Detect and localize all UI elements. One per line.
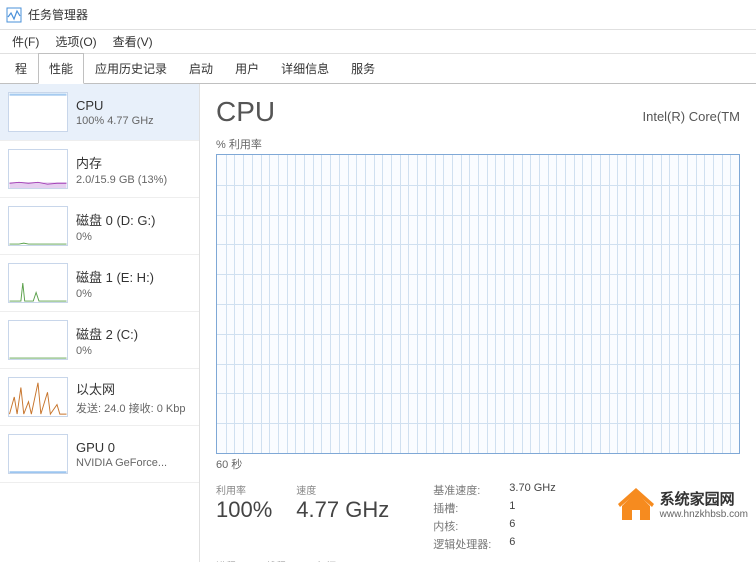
stat-speed: 速度 4.77 GHz: [296, 482, 389, 552]
logical-label: 逻辑处理器:: [433, 536, 491, 552]
window-title: 任务管理器: [28, 6, 88, 23]
sidebar-item-label: GPU 0: [76, 440, 191, 455]
tab-startup[interactable]: 启动: [178, 53, 224, 83]
tab-services[interactable]: 服务: [340, 53, 386, 83]
processes-label: 进程: [216, 558, 236, 562]
sidebar-item-label: 磁盘 1 (E: H:): [76, 267, 191, 286]
house-icon: [618, 486, 654, 522]
stat-util-value: 100%: [216, 497, 272, 523]
logical-value: 6: [509, 536, 555, 552]
sockets-value: 1: [509, 500, 555, 516]
stat-speed-label: 速度: [296, 482, 389, 497]
sidebar-item-label: 磁盘 2 (C:): [76, 324, 191, 343]
menu-view[interactable]: 查看(V): [105, 31, 161, 52]
main-header: CPU Intel(R) Core(TM: [216, 96, 740, 128]
sidebar-item-memory[interactable]: 内存 2.0/15.9 GB (13%): [0, 141, 199, 198]
menu-bar: 件(F) 选项(O) 查看(V): [0, 30, 756, 54]
sidebar-item-sub: 0%: [76, 288, 191, 300]
content-area: CPU 100% 4.77 GHz 内存 2.0/15.9 GB (13%) 磁…: [0, 84, 756, 562]
watermark-url: www.hnzkhbsb.com: [660, 509, 748, 520]
sidebar-item-label: 内存: [76, 153, 191, 172]
title-bar: 任务管理器: [0, 0, 756, 30]
sidebar-item-sub: 100% 4.77 GHz: [76, 115, 191, 127]
base-speed-value: 3.70 GHz: [509, 482, 555, 498]
cpu-name: Intel(R) Core(TM: [642, 109, 740, 124]
tab-app-history[interactable]: 应用历史记录: [84, 53, 178, 83]
main-title: CPU: [216, 96, 275, 128]
sidebar-item-sub: 2.0/15.9 GB (13%): [76, 174, 191, 186]
cores-value: 6: [509, 518, 555, 534]
app-icon: [6, 7, 22, 23]
menu-file[interactable]: 件(F): [4, 31, 47, 52]
watermark: 系统家园网 www.hnzkhbsb.com: [618, 486, 748, 522]
tab-processes[interactable]: 程: [4, 53, 38, 83]
sidebar-thumb-disk1: [8, 263, 68, 303]
sidebar-item-disk1[interactable]: 磁盘 1 (E: H:) 0%: [0, 255, 199, 312]
sidebar-thumb-cpu: [8, 92, 68, 132]
sockets-label: 插槽:: [433, 500, 491, 516]
tab-users[interactable]: 用户: [224, 53, 270, 83]
sidebar-item-sub: 0%: [76, 231, 191, 243]
sidebar-thumb-memory: [8, 149, 68, 189]
sidebar-item-disk2[interactable]: 磁盘 2 (C:) 0%: [0, 312, 199, 369]
sidebar-item-sub: 0%: [76, 345, 191, 357]
stat-row2: 进程 线程 句柄: [216, 558, 740, 562]
sidebar-thumb-disk0: [8, 206, 68, 246]
stat-speed-value: 4.77 GHz: [296, 497, 389, 523]
cpu-chart: [216, 154, 740, 454]
chart-top-label: % 利用率: [216, 136, 740, 152]
chart-grid: [217, 155, 739, 453]
sidebar-item-label: CPU: [76, 98, 191, 113]
tabs-bar: 程 性能 应用历史记录 启动 用户 详细信息 服务: [0, 54, 756, 84]
tab-performance[interactable]: 性能: [38, 53, 84, 84]
sidebar-item-sub: NVIDIA GeForce...: [76, 457, 191, 469]
sidebar: CPU 100% 4.77 GHz 内存 2.0/15.9 GB (13%) 磁…: [0, 84, 200, 562]
chart-bottom-label: 60 秒: [216, 456, 740, 472]
handles-label: 句柄: [316, 558, 336, 562]
sidebar-item-label: 以太网: [76, 379, 191, 398]
stat-grid: 基准速度: 3.70 GHz 插槽: 1 内核: 6 逻辑处理器: 6: [433, 482, 556, 552]
sidebar-item-label: 磁盘 0 (D: G:): [76, 210, 191, 229]
sidebar-thumb-ethernet: [8, 377, 68, 417]
sidebar-item-ethernet[interactable]: 以太网 发送: 24.0 接收: 0 Kbp: [0, 369, 199, 426]
menu-options[interactable]: 选项(O): [47, 31, 104, 52]
threads-label: 线程: [266, 558, 286, 562]
sidebar-item-disk0[interactable]: 磁盘 0 (D: G:) 0%: [0, 198, 199, 255]
stat-util-label: 利用率: [216, 482, 272, 497]
sidebar-item-cpu[interactable]: CPU 100% 4.77 GHz: [0, 84, 199, 141]
sidebar-thumb-disk2: [8, 320, 68, 360]
sidebar-thumb-gpu0: [8, 434, 68, 474]
main-panel: CPU Intel(R) Core(TM % 利用率 60 秒 利用率 100%…: [200, 84, 756, 562]
watermark-title: 系统家园网: [660, 488, 748, 509]
stat-utilization: 利用率 100%: [216, 482, 272, 552]
sidebar-item-sub: 发送: 24.0 接收: 0 Kbp: [76, 400, 191, 416]
sidebar-item-gpu0[interactable]: GPU 0 NVIDIA GeForce...: [0, 426, 199, 483]
cores-label: 内核:: [433, 518, 491, 534]
base-speed-label: 基准速度:: [433, 482, 491, 498]
tab-details[interactable]: 详细信息: [270, 53, 340, 83]
